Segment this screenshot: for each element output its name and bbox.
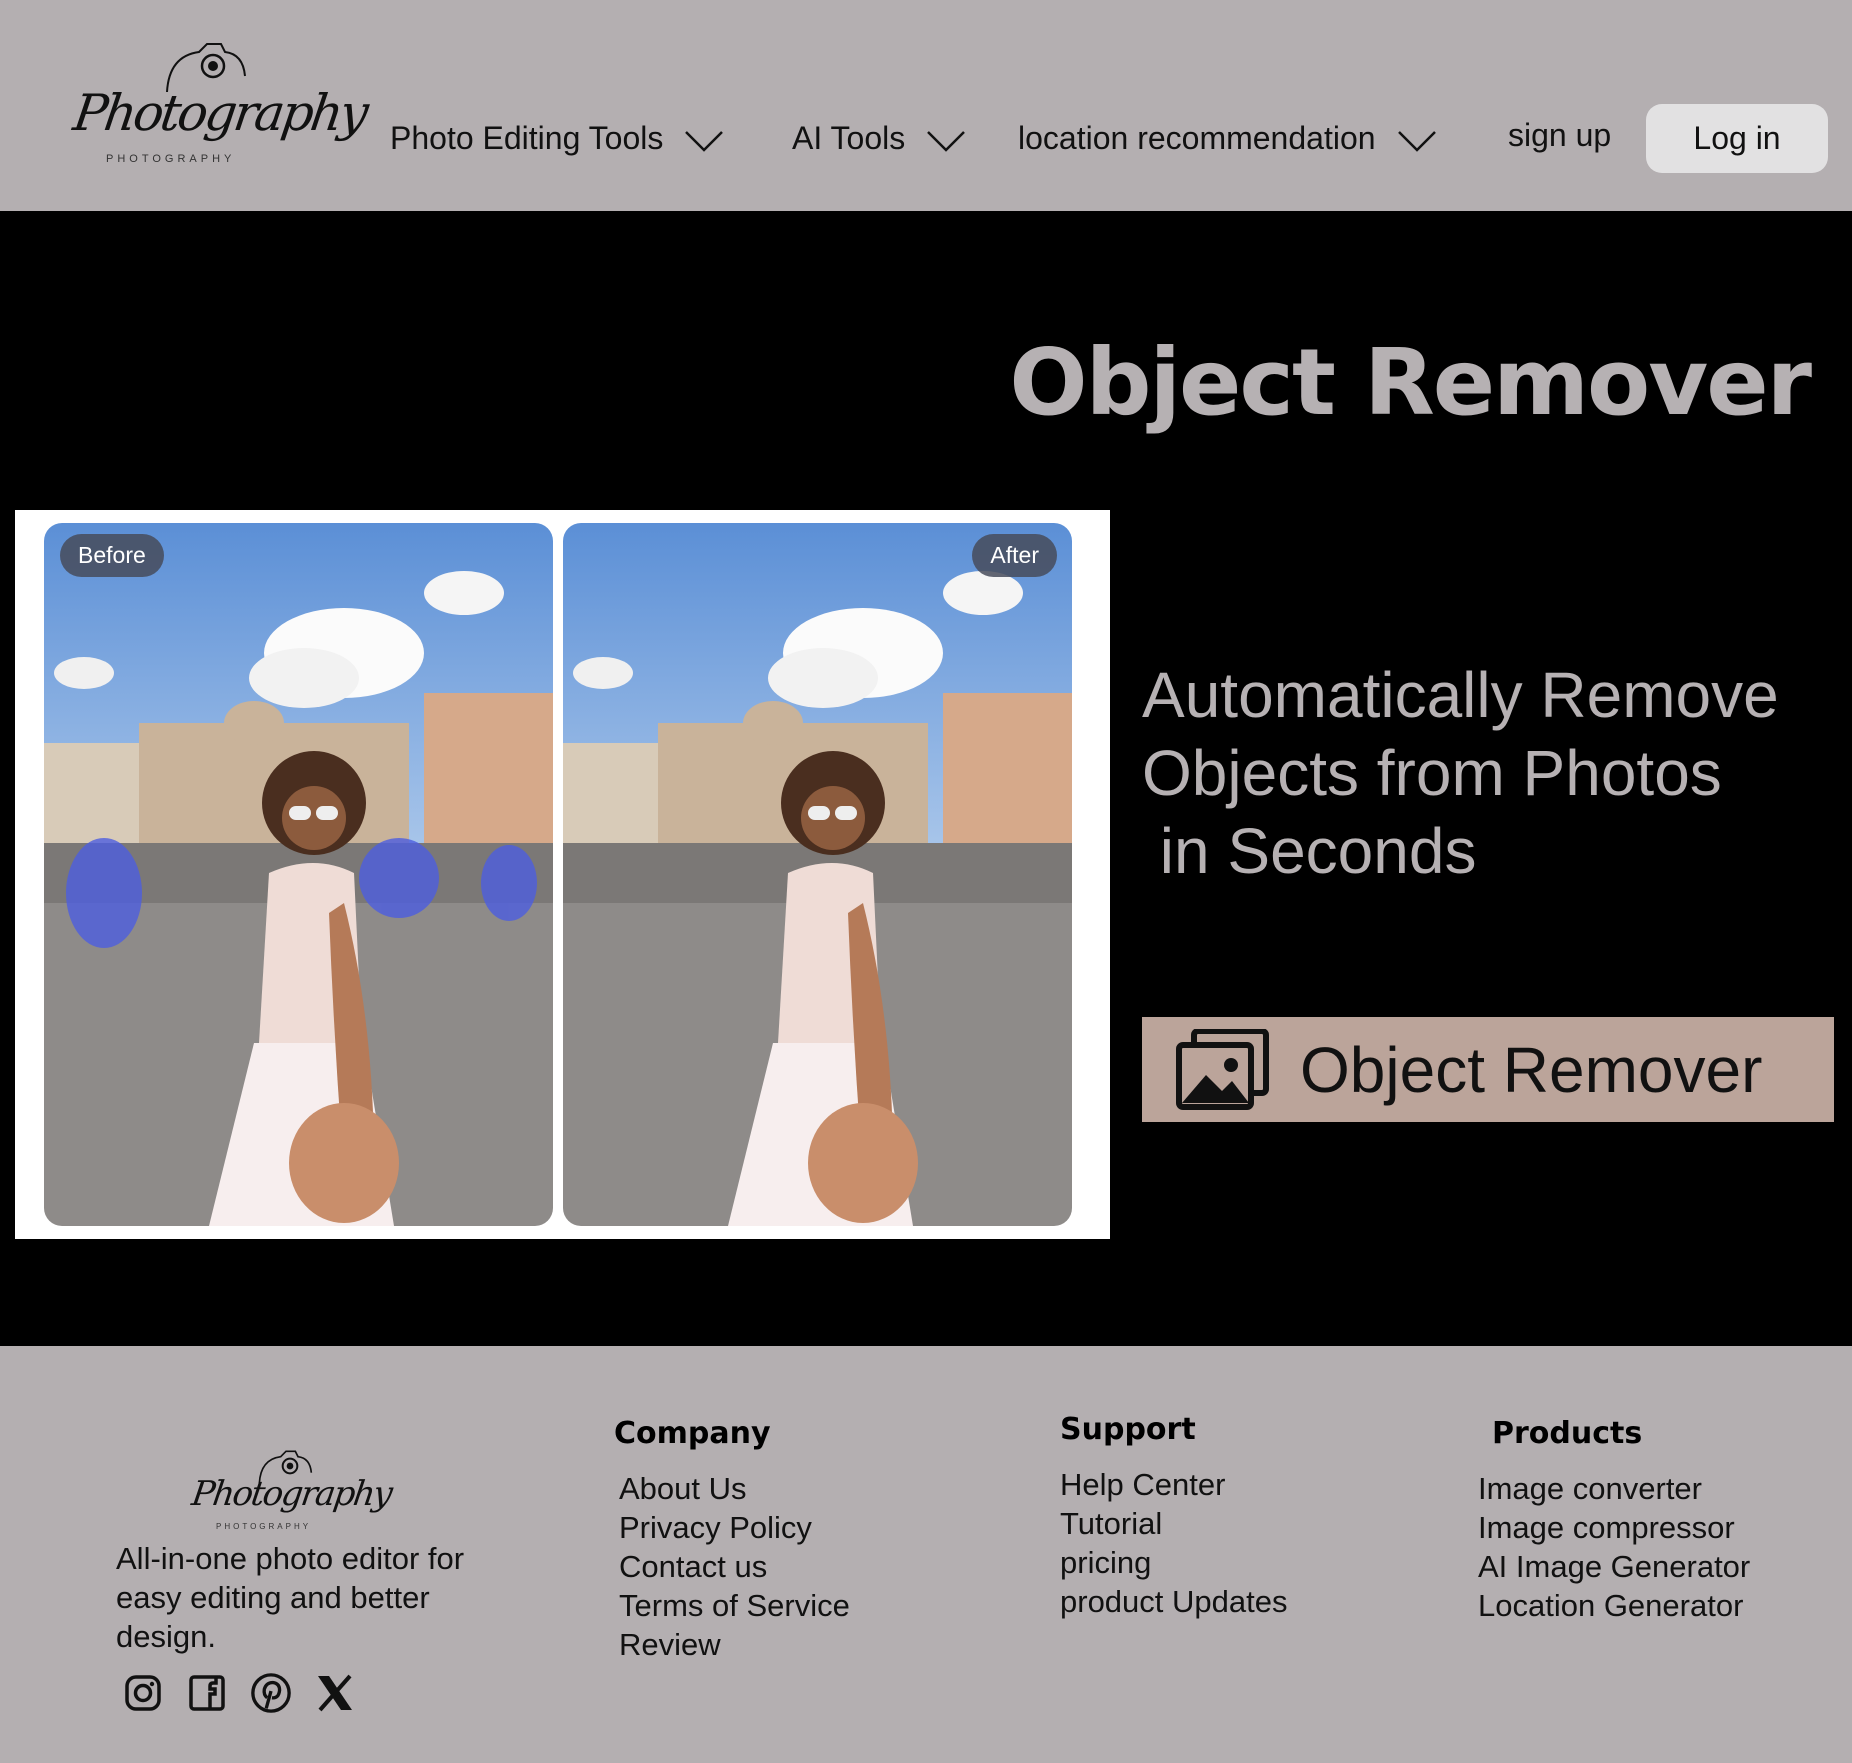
footer-link-pricing[interactable]: pricing xyxy=(1060,1543,1287,1582)
site-header: Photography PHOTOGRAPHY Photo Editing To… xyxy=(0,0,1852,211)
column-title: Products xyxy=(1492,1416,1643,1451)
social-links xyxy=(122,1672,356,1714)
footer-link-privacy-policy[interactable]: Privacy Policy xyxy=(619,1508,850,1547)
footer-column-support: Support Help Center Tutorial pricing pro… xyxy=(1060,1412,1287,1621)
logo-script-text: Photography xyxy=(189,1474,394,1514)
footer-link-about-us[interactable]: About Us xyxy=(619,1469,850,1508)
nav-label: Photo Editing Tools xyxy=(390,120,664,156)
chevron-down-icon xyxy=(685,130,724,152)
footer-link-location-generator[interactable]: Location Generator xyxy=(1478,1586,1750,1625)
footer-link-ai-image-generator[interactable]: AI Image Generator xyxy=(1478,1547,1750,1586)
site-logo[interactable]: Photography PHOTOGRAPHY xyxy=(64,42,369,172)
footer-link-image-compressor[interactable]: Image compressor xyxy=(1478,1508,1750,1547)
x-icon[interactable] xyxy=(314,1672,356,1714)
subtitle-line: Automatically Remove xyxy=(1142,659,1779,731)
facebook-icon[interactable] xyxy=(186,1672,228,1714)
footer-link-terms-of-service[interactable]: Terms of Service xyxy=(619,1586,850,1625)
footer-column-products: Products Image converter Image compresso… xyxy=(1478,1416,1750,1625)
before-image: Before xyxy=(44,523,553,1226)
after-image: After xyxy=(563,523,1072,1226)
logo-script-text: Photography xyxy=(69,84,370,142)
logo-subtext: PHOTOGRAPHY xyxy=(216,1522,312,1531)
hero-subtitle: Automatically Remove Objects from Photos… xyxy=(1142,656,1822,890)
nav-label: AI Tools xyxy=(792,120,906,156)
object-remover-cta-button[interactable]: Object Remover xyxy=(1142,1017,1834,1122)
footer-tagline: All-in-one photo editor for easy editing… xyxy=(116,1541,465,1654)
column-title: Support xyxy=(1060,1412,1196,1447)
footer-link-contact-us[interactable]: Contact us xyxy=(619,1547,850,1586)
instagram-icon[interactable] xyxy=(122,1672,164,1714)
column-title: Company xyxy=(614,1416,771,1451)
before-badge: Before xyxy=(60,534,164,577)
hero-section: Object Remover Before After Automaticall… xyxy=(0,211,1852,1346)
nav-ai-tools[interactable]: AI Tools xyxy=(792,120,966,157)
images-icon xyxy=(1176,1028,1269,1110)
login-button[interactable]: Log in xyxy=(1646,104,1828,173)
subtitle-line: Objects from Photos xyxy=(1142,737,1722,809)
chevron-down-icon xyxy=(1397,130,1436,152)
nav-location-recommendation[interactable]: location recommendation xyxy=(1018,120,1436,157)
after-photo-illustration xyxy=(563,523,1072,1226)
footer-link-image-converter[interactable]: Image converter xyxy=(1478,1469,1750,1508)
after-badge: After xyxy=(972,534,1057,577)
site-footer: Photography PHOTOGRAPHY All-in-one photo… xyxy=(0,1346,1852,1763)
signup-link[interactable]: sign up xyxy=(1508,117,1611,154)
before-after-comparison: Before After xyxy=(15,510,1110,1239)
cta-label: Object Remover xyxy=(1300,1033,1763,1106)
footer-link-help-center[interactable]: Help Center xyxy=(1060,1465,1287,1504)
before-photo-illustration xyxy=(44,523,553,1226)
nav-label: location recommendation xyxy=(1018,120,1376,156)
subtitle-line: in Seconds xyxy=(1142,815,1477,887)
nav-photo-editing-tools[interactable]: Photo Editing Tools xyxy=(390,120,724,157)
footer-column-company: Company About Us Privacy Policy Contact … xyxy=(614,1416,850,1664)
footer-link-review[interactable]: Review xyxy=(619,1625,850,1664)
footer-link-tutorial[interactable]: Tutorial xyxy=(1060,1504,1287,1543)
footer-link-product-updates[interactable]: product Updates xyxy=(1060,1582,1287,1621)
logo-subtext: PHOTOGRAPHY xyxy=(106,153,236,165)
chevron-down-icon xyxy=(927,130,966,152)
page-title: Object Remover xyxy=(1009,329,1812,436)
footer-logo[interactable]: Photography PHOTOGRAPHY xyxy=(189,1450,393,1536)
pinterest-icon[interactable] xyxy=(250,1672,292,1714)
